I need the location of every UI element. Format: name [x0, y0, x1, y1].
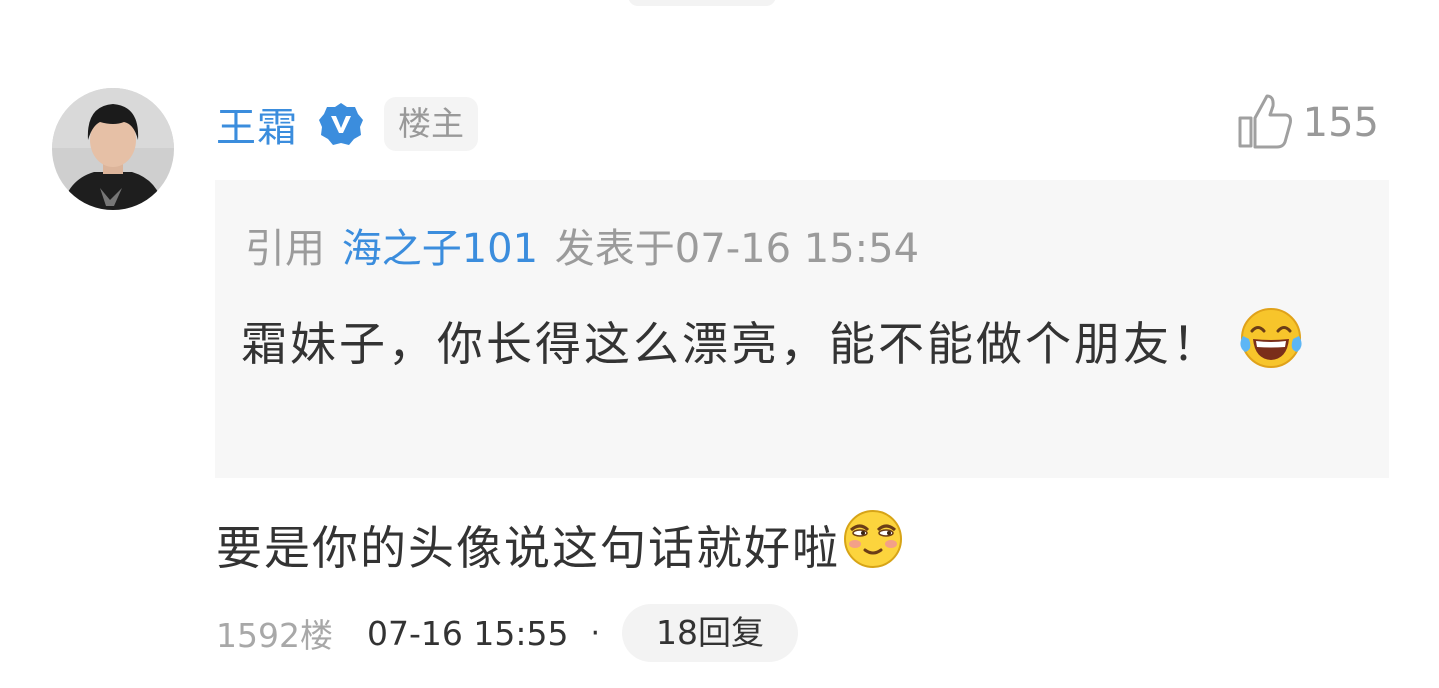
quote-meta: 引用 海之子101 发表于07-16 15:54 — [245, 216, 919, 274]
avatar[interactable] — [52, 88, 174, 210]
thumbs-up-icon — [1237, 92, 1293, 154]
quote-prefix: 引用 — [245, 226, 325, 272]
comment-footer: 1592楼 07-16 15:55 · 18回复 — [216, 604, 799, 662]
reply-text: 要是你的头像说这句话就好啦 — [216, 520, 840, 575]
quote-text-block: 霜妹子，你长得这么漂亮，能不能做个朋友！ — [241, 304, 1321, 394]
tears-of-joy-emoji — [1239, 306, 1303, 394]
reply-text-line: 要是你的头像说这句话就好啦 — [216, 508, 904, 581]
like-count: 155 — [1302, 100, 1379, 146]
verified-v-icon — [318, 101, 364, 147]
author-name[interactable]: 王霜 — [216, 95, 298, 153]
reply-count-button[interactable]: 18回复 — [622, 604, 799, 662]
op-badge: 楼主 — [384, 97, 478, 151]
scroll-pill — [628, 0, 776, 6]
quote-user-link[interactable]: 海之子101 — [342, 226, 538, 272]
floor-number: 1592楼 — [216, 616, 333, 655]
quote-text: 霜妹子，你长得这么漂亮，能不能做个朋友！ — [241, 317, 1221, 371]
smirk-emoji — [842, 508, 904, 581]
comment-time: 07-16 15:55 — [366, 613, 569, 653]
quote-time: 发表于07-16 15:54 — [554, 226, 920, 272]
separator-dot: · — [590, 615, 601, 651]
quoted-comment: 引用 海之子101 发表于07-16 15:54 霜妹子，你长得这么漂亮，能不能… — [215, 180, 1389, 478]
like-button[interactable]: 155 — [1237, 92, 1379, 154]
